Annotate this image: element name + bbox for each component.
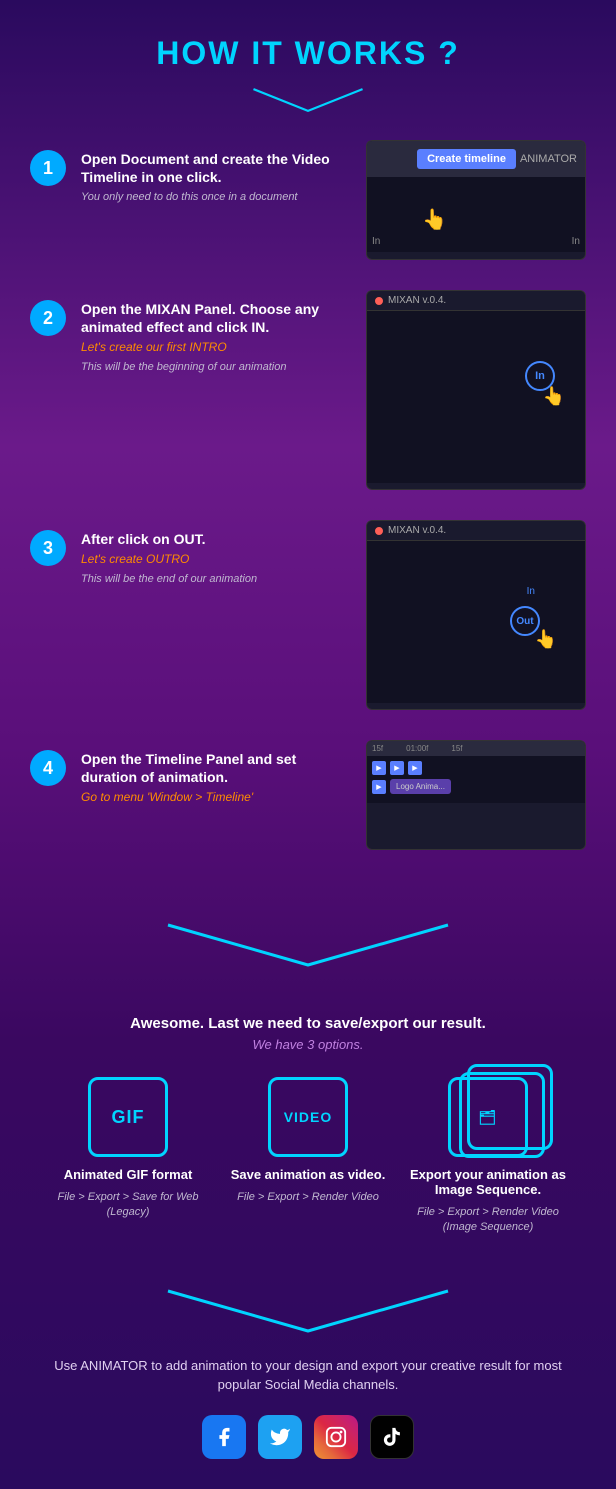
tiktok-icon[interactable] bbox=[370, 1415, 414, 1459]
export-section: Awesome. Last we need to save/export our… bbox=[0, 1015, 616, 1266]
step-4-tracks: ▶ ▶ ▶ ▶ Logo Anima... bbox=[367, 756, 585, 803]
export-imgseq-label: 🗂 bbox=[479, 1109, 498, 1126]
close-dot bbox=[375, 297, 383, 305]
step-2-heading: Open the MIXAN Panel. Choose any animate… bbox=[81, 300, 351, 336]
step-2-text: Open the MIXAN Panel. Choose any animate… bbox=[81, 300, 351, 376]
export-intro: Awesome. Last we need to save/export our… bbox=[20, 1015, 596, 1052]
close-dot-3 bbox=[375, 527, 383, 535]
header-chevron bbox=[0, 80, 616, 120]
in-label-left: In bbox=[372, 236, 380, 247]
step-4-image: 15f 01:00f 15f ▶ ▶ ▶ ▶ Logo bbox=[366, 740, 586, 850]
step-2-mockui: MIXAN v.0.4. In 👆 bbox=[366, 290, 586, 490]
step-1-heading: Open Document and create the Video Timel… bbox=[81, 150, 351, 186]
step-1-text: Open Document and create the Video Timel… bbox=[81, 150, 351, 206]
step-3-number: 3 bbox=[30, 530, 66, 566]
track-row-1: ▶ ▶ ▶ bbox=[372, 761, 580, 775]
middle-section bbox=[0, 900, 616, 1015]
twitter-icon[interactable] bbox=[258, 1415, 302, 1459]
track-icon-2: ▶ bbox=[390, 761, 404, 775]
step-4-mockui: 15f 01:00f 15f ▶ ▶ ▶ ▶ Logo bbox=[366, 740, 586, 850]
header-section: HOW IT WORKS ? bbox=[0, 0, 616, 130]
export-imgseq: 🗂 Export your animation as Image Sequenc… bbox=[408, 1077, 568, 1236]
create-timeline-btn: Create timeline bbox=[417, 149, 516, 169]
step-3-image: MIXAN v.0.4. In Out 👆 bbox=[366, 520, 586, 710]
footer-section: Use ANIMATOR to add animation to your de… bbox=[0, 1346, 616, 1489]
page-wrapper: HOW IT WORKS ? 1 Open Document and creat… bbox=[0, 0, 616, 1489]
bottom-chevron-section bbox=[0, 1266, 616, 1346]
export-video-title: Save animation as video. bbox=[231, 1167, 386, 1182]
step-2-panel-header: MIXAN v.0.4. bbox=[367, 291, 585, 311]
step-2-highlight: Let's create our first INTRO bbox=[81, 340, 351, 354]
step-4-heading: Open the Timeline Panel and set duration… bbox=[81, 750, 351, 786]
track-label: Logo Anima... bbox=[396, 782, 445, 791]
track-bar-1: Logo Anima... bbox=[390, 779, 451, 794]
step-2-left: 2 Open the MIXAN Panel. Choose any anima… bbox=[30, 290, 351, 376]
export-imgseq-path: File > Export > Render Video (Image Sequ… bbox=[408, 1205, 568, 1236]
step-4-left: 4 Open the Timeline Panel and set durati… bbox=[30, 740, 351, 810]
cursor-hand-icon: 👆 bbox=[422, 207, 447, 232]
step-3-panel-header: MIXAN v.0.4. bbox=[367, 521, 585, 541]
animator-text: ANIMATOR bbox=[520, 153, 577, 165]
step-3-note: This will be the end of our animation bbox=[81, 572, 351, 587]
steps-section: 1 Open Document and create the Video Tim… bbox=[0, 130, 616, 900]
step-2-panel-body: In 👆 bbox=[367, 311, 585, 483]
step-3-panel-title: MIXAN v.0.4. bbox=[388, 525, 446, 536]
export-imgseq-icon-box: 🗂 bbox=[448, 1077, 528, 1157]
step-2-image: MIXAN v.0.4. In 👆 bbox=[366, 290, 586, 490]
step-1-row: 1 Open Document and create the Video Tim… bbox=[30, 140, 586, 260]
step-1-timeline: 👆 In In bbox=[367, 177, 585, 252]
step-2-number: 2 bbox=[30, 300, 66, 336]
export-gif-label: GIF bbox=[112, 1107, 145, 1128]
step-2-note: This will be the beginning of our animat… bbox=[81, 360, 351, 375]
middle-chevron bbox=[30, 920, 586, 970]
step-1-number: 1 bbox=[30, 150, 66, 186]
step-2-row: 2 Open the MIXAN Panel. Choose any anima… bbox=[30, 290, 586, 490]
export-gif-path: File > Export > Save for Web (Legacy) bbox=[48, 1190, 208, 1221]
step-4-row: 4 Open the Timeline Panel and set durati… bbox=[30, 740, 586, 850]
step-3-row: 3 After click on OUT. Let's create OUTRO… bbox=[30, 520, 586, 710]
social-icons bbox=[40, 1415, 576, 1459]
export-intro-heading: Awesome. Last we need to save/export our… bbox=[20, 1015, 596, 1032]
step-4-highlight: Go to menu 'Window > Timeline' bbox=[81, 790, 351, 804]
step-4-number: 4 bbox=[30, 750, 66, 786]
footer-text: Use ANIMATOR to add animation to your de… bbox=[40, 1356, 576, 1395]
export-gif-title: Animated GIF format bbox=[64, 1167, 193, 1182]
export-video-icon-box: VIDEO bbox=[268, 1077, 348, 1157]
page-title: HOW IT WORKS ? bbox=[0, 35, 616, 72]
track-row-2: ▶ Logo Anima... bbox=[372, 779, 580, 794]
step-3-text: After click on OUT. Let's create OUTRO T… bbox=[81, 530, 351, 588]
export-intro-sub: We have 3 options. bbox=[20, 1037, 596, 1052]
cursor-icon-3: 👆 bbox=[535, 629, 557, 650]
export-video-label: VIDEO bbox=[284, 1109, 333, 1125]
in-label-right: In bbox=[572, 236, 580, 247]
export-video-path: File > Export > Render Video bbox=[237, 1190, 379, 1205]
step-3-heading: After click on OUT. bbox=[81, 530, 351, 548]
step-2-panel-title: MIXAN v.0.4. bbox=[388, 295, 446, 306]
step-3-left: 3 After click on OUT. Let's create OUTRO… bbox=[30, 520, 351, 588]
step-1-toolbar: Create timeline ANIMATOR bbox=[367, 141, 585, 177]
instagram-icon[interactable] bbox=[314, 1415, 358, 1459]
export-gif-icon-box: GIF bbox=[88, 1077, 168, 1157]
export-gif: GIF Animated GIF format File > Export > … bbox=[48, 1077, 208, 1236]
step-4-timeline-header: 15f 01:00f 15f bbox=[367, 741, 585, 756]
cursor-icon-2: 👆 bbox=[543, 386, 565, 407]
step-1-image: Create timeline ANIMATOR 👆 In In bbox=[366, 140, 586, 260]
track-icon-3: ▶ bbox=[408, 761, 422, 775]
step-1-left: 1 Open Document and create the Video Tim… bbox=[30, 140, 351, 206]
step-1-note: You only need to do this once in a docum… bbox=[81, 190, 351, 205]
facebook-icon[interactable] bbox=[202, 1415, 246, 1459]
step-1-mockui: Create timeline ANIMATOR 👆 In In bbox=[366, 140, 586, 260]
track-icon-4: ▶ bbox=[372, 780, 386, 794]
step-3-highlight: Let's create OUTRO bbox=[81, 552, 351, 566]
step-3-mockui: MIXAN v.0.4. In Out 👆 bbox=[366, 520, 586, 710]
export-options: GIF Animated GIF format File > Export > … bbox=[20, 1077, 596, 1236]
step-4-text: Open the Timeline Panel and set duration… bbox=[81, 750, 351, 810]
in-small-label: In bbox=[527, 586, 535, 597]
export-imgseq-title: Export your animation as Image Sequence. bbox=[408, 1167, 568, 1197]
step-3-panel-body: In Out 👆 bbox=[367, 541, 585, 703]
track-icon-1: ▶ bbox=[372, 761, 386, 775]
export-video: VIDEO Save animation as video. File > Ex… bbox=[228, 1077, 388, 1236]
